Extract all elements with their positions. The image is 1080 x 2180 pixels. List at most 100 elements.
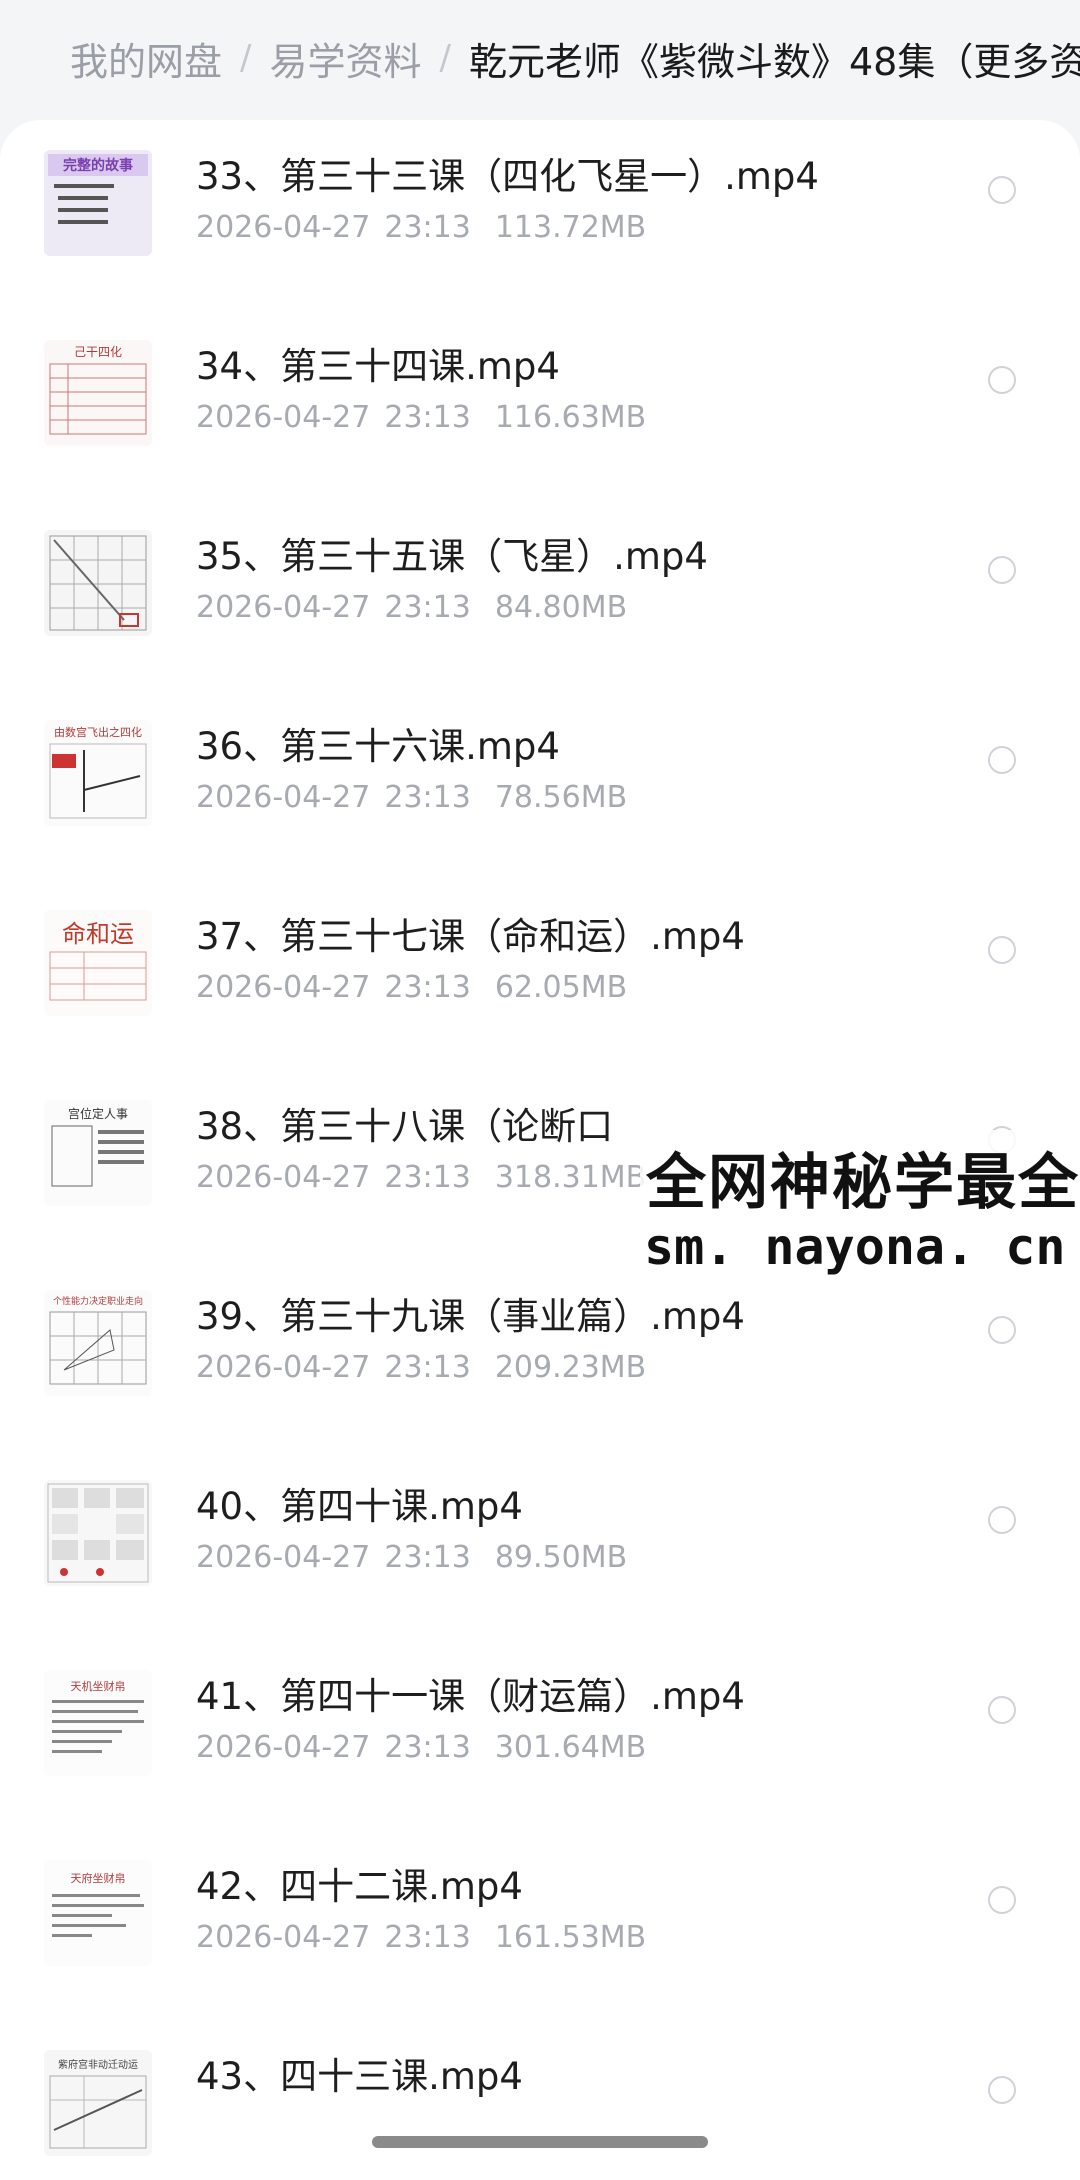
file-name: 37、第三十七课（命和运）.mp4	[196, 915, 745, 958]
select-radio[interactable]	[988, 746, 1016, 774]
video-thumbnail: 紫府宫非动迁动运	[44, 2050, 152, 2156]
file-row[interactable]: 完整的故事 33、第三十三课（四化飞星一）.mp4 2026-04-27 23:1…	[0, 136, 1080, 326]
select-radio[interactable]	[988, 936, 1016, 964]
thumb-title: 己干四化	[74, 345, 122, 359]
file-row[interactable]: 天机坐财帛 41、第四十一课（财运篇）.mp4 2026-04-27 23:13 3…	[0, 1656, 1080, 1846]
file-date: 2026-04-27	[196, 400, 371, 435]
select-radio[interactable]	[988, 1696, 1016, 1724]
file-time: 23:13	[384, 780, 471, 815]
file-time: 23:13	[384, 970, 471, 1005]
breadcrumb-my-drive[interactable]: 我的网盘	[70, 31, 222, 86]
file-meta: 2026-04-27 23:13 84.80MB	[196, 590, 627, 625]
file-meta: 2026-04-27 23:13 116.63MB	[196, 400, 646, 435]
file-size: 116.63MB	[494, 400, 647, 435]
select-radio[interactable]	[988, 1886, 1016, 1914]
file-meta: 2026-04-27 23:13 318.31MB	[196, 1160, 646, 1195]
file-meta: 2026-04-27 23:13 301.64MB	[196, 1730, 646, 1765]
file-name: 36、第三十六课.mp4	[196, 725, 560, 768]
thumb-title: 紫府宫非动迁动运	[58, 2058, 138, 2071]
file-meta: 2026-04-27 23:13 62.05MB	[196, 970, 627, 1005]
breadcrumb-separator: /	[240, 38, 252, 78]
file-time: 23:13	[384, 1540, 471, 1575]
file-time: 23:13	[384, 590, 471, 625]
file-name: 43、四十三课.mp4	[196, 2055, 523, 2098]
file-row[interactable]: 由数宫飞出之四化 36、第三十六课.mp4 2026-04-27 23:13 78.…	[0, 706, 1080, 896]
select-radio[interactable]	[988, 176, 1016, 204]
file-size: 113.72MB	[494, 210, 647, 245]
thumb-title: 个性能力决定职业走向	[53, 1295, 143, 1307]
thumb-title: 宫位定人事	[68, 1106, 128, 1121]
file-meta: 2026-04-27 23:13 113.72MB	[196, 210, 646, 245]
file-time: 23:13	[384, 1730, 471, 1765]
breadcrumb-separator: /	[439, 38, 451, 78]
breadcrumb-current-folder: 乾元老师《紫微斗数》48集（更多资	[468, 39, 1080, 84]
video-thumbnail	[44, 530, 152, 636]
file-name: 42、四十二课.mp4	[196, 1865, 523, 1908]
file-meta: 2026-04-27 23:13 89.50MB	[196, 1540, 627, 1575]
breadcrumb-yixue-folder[interactable]: 易学资料	[269, 31, 421, 86]
select-radio[interactable]	[988, 1316, 1016, 1344]
video-thumbnail: 完整的故事	[44, 150, 152, 256]
video-thumbnail: 由数宫飞出之四化	[44, 720, 152, 826]
select-radio[interactable]	[988, 556, 1016, 584]
video-thumbnail: 己干四化	[44, 340, 152, 446]
file-date: 2026-04-27	[196, 210, 371, 245]
file-list: 完整的故事 33、第三十三课（四化飞星一）.mp4 2026-04-27 23:1…	[0, 120, 1080, 2180]
file-name: 40、第四十课.mp4	[196, 1485, 523, 1528]
home-indicator[interactable]	[372, 2136, 708, 2148]
watermark-overlay: 全网神秘学最全 sm. nayona. cn	[640, 1130, 1080, 1280]
file-name: 33、第三十三课（四化飞星一）.mp4	[196, 155, 819, 198]
file-size: 318.31MB	[494, 1160, 647, 1195]
file-row[interactable]: 天府坐财帛 42、四十二课.mp4 2026-04-27 23:13 161.53M…	[0, 1846, 1080, 2036]
file-name: 34、第三十四课.mp4	[196, 345, 560, 388]
video-thumbnail	[44, 1480, 152, 1586]
file-size: 84.80MB	[494, 590, 628, 625]
thumb-title: 天府坐财帛	[71, 1871, 126, 1885]
file-time: 23:13	[384, 1160, 471, 1195]
select-radio[interactable]	[988, 1506, 1016, 1534]
file-meta: 2026-04-27 23:13 161.53MB	[196, 1920, 646, 1955]
thumb-title: 完整的故事	[63, 157, 133, 174]
file-size: 62.05MB	[494, 970, 628, 1005]
video-thumbnail: 命和运	[44, 910, 152, 1016]
video-thumbnail: 天府坐财帛	[44, 1860, 152, 1966]
file-row[interactable]: 个性能力决定职业走向 39、第三十九课（事业篇）.mp4 2026-04-27 2…	[0, 1276, 1080, 1466]
file-time: 23:13	[384, 210, 471, 245]
file-name: 39、第三十九课（事业篇）.mp4	[196, 1295, 745, 1338]
thumb-title: 命和运	[62, 920, 134, 948]
file-date: 2026-04-27	[196, 1350, 371, 1385]
file-row[interactable]: 己干四化 34、第三十四课.mp4 2026-04-27 23:13 116.63M…	[0, 326, 1080, 516]
file-date: 2026-04-27	[196, 1920, 371, 1955]
file-date: 2026-04-27	[196, 780, 371, 815]
file-time: 23:13	[384, 400, 471, 435]
watermark-title: 全网神秘学最全	[646, 1148, 1080, 1218]
file-meta: 2026-04-27 23:13 209.23MB	[196, 1350, 646, 1385]
thumb-title: 由数宫飞出之四化	[54, 725, 142, 739]
breadcrumb: 我的网盘 / 易学资料 / 乾元老师《紫微斗数》48集（更多资	[0, 0, 1080, 116]
watermark-url: sm. nayona. cn	[644, 1218, 1066, 1276]
file-name: 35、第三十五课（飞星）.mp4	[196, 535, 708, 578]
select-radio[interactable]	[988, 2076, 1016, 2104]
video-thumbnail: 个性能力决定职业走向	[44, 1290, 152, 1396]
file-time: 23:13	[384, 1350, 471, 1385]
file-size: 89.50MB	[494, 1540, 628, 1575]
file-meta: 2026-04-27 23:13 78.56MB	[196, 780, 627, 815]
video-thumbnail: 天机坐财帛	[44, 1670, 152, 1776]
file-date: 2026-04-27	[196, 1540, 371, 1575]
file-size: 301.64MB	[494, 1730, 647, 1765]
file-time: 23:13	[384, 1920, 471, 1955]
file-row[interactable]: 命和运 37、第三十七课（命和运）.mp4 2026-04-27 23:13 62.…	[0, 896, 1080, 1086]
file-name: 38、第三十八课（论断口	[196, 1105, 614, 1148]
file-date: 2026-04-27	[196, 590, 371, 625]
file-row[interactable]: 紫府宫非动迁动运 43、四十三课.mp4	[0, 2036, 1080, 2180]
file-name: 41、第四十一课（财运篇）.mp4	[196, 1675, 745, 1718]
file-row[interactable]: 40、第四十课.mp4 2026-04-27 23:13 89.50MB	[0, 1466, 1080, 1656]
video-thumbnail: 宫位定人事	[44, 1100, 152, 1206]
file-date: 2026-04-27	[196, 1160, 371, 1195]
file-row[interactable]: 35、第三十五课（飞星）.mp4 2026-04-27 23:13 84.80MB	[0, 516, 1080, 706]
file-date: 2026-04-27	[196, 970, 371, 1005]
select-radio[interactable]	[988, 366, 1016, 394]
thumb-title: 天机坐财帛	[71, 1679, 126, 1693]
file-size: 78.56MB	[494, 780, 628, 815]
file-date: 2026-04-27	[196, 1730, 371, 1765]
